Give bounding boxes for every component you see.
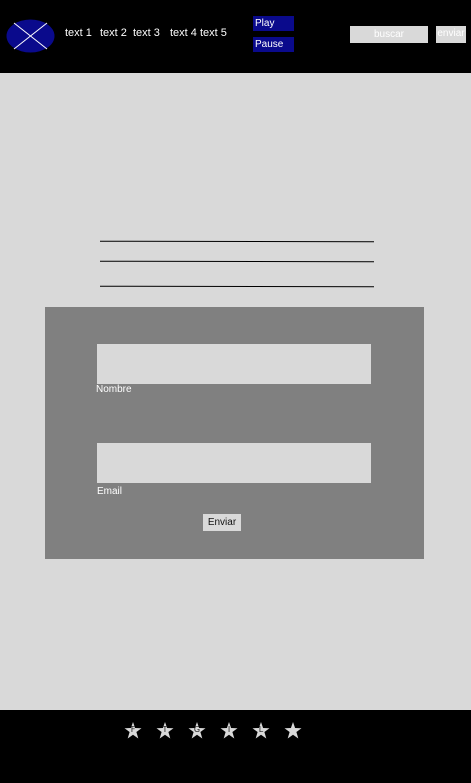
name-label: Nombre: [96, 384, 132, 395]
contact-form: Nombre Email Enviar: [45, 307, 424, 559]
divider-line-2: [99, 260, 375, 263]
logo-x-icon[interactable]: [6, 19, 55, 53]
name-field[interactable]: [97, 344, 371, 384]
nav-link-4[interactable]: text 4: [170, 27, 197, 39]
star-label: F: [130, 725, 136, 734]
submit-button[interactable]: Enviar: [203, 514, 241, 531]
star-icon[interactable]: L: [252, 722, 270, 739]
email-label: Email: [97, 486, 123, 497]
star-label: G: [193, 725, 201, 734]
divider-line-1: [99, 240, 375, 243]
divider-line-3: [99, 285, 375, 288]
send-button[interactable]: enviar: [436, 26, 466, 43]
star-label: I: [227, 725, 231, 734]
star-icon[interactable]: [284, 722, 302, 739]
search-input[interactable]: [350, 26, 428, 43]
nav-link-3[interactable]: text 3: [133, 27, 160, 39]
nav-link-1[interactable]: text 1: [65, 27, 92, 39]
star-label: T: [162, 725, 168, 734]
star-label: L: [258, 725, 264, 734]
header-bar: text 1 text 2 text 3 text 4 text 5 Play …: [0, 0, 471, 73]
play-button[interactable]: Play: [253, 16, 294, 31]
star-icon[interactable]: F: [124, 722, 142, 739]
footer-bar: F T G I L: [0, 710, 471, 783]
nav-link-2[interactable]: text 2: [100, 27, 127, 39]
star-icon[interactable]: T: [156, 722, 174, 739]
pause-button[interactable]: Pause: [253, 37, 294, 52]
star-icon[interactable]: G: [188, 722, 206, 739]
star-icon[interactable]: I: [220, 722, 238, 739]
nav-link-5[interactable]: text 5: [200, 27, 227, 39]
email-field[interactable]: [97, 443, 371, 483]
